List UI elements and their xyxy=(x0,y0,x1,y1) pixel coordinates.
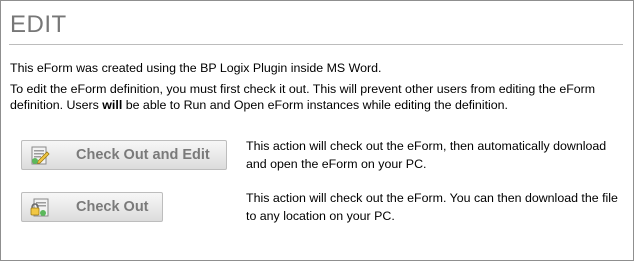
check-out-label: Check Out xyxy=(76,199,149,215)
instructions-text-bold: will xyxy=(102,98,123,112)
check-out-and-edit-description: This action will check out the eForm, th… xyxy=(246,139,607,171)
intro-text: This eForm was created using the BP Logi… xyxy=(10,61,382,75)
edit-panel: EDIT This eForm was created using the BP… xyxy=(0,0,634,261)
instructions-text: To edit the eForm definition, you must f… xyxy=(10,81,625,113)
document-edit-icon xyxy=(22,141,58,169)
instructions-text-end: be able to Run and Open eForm instances … xyxy=(122,98,508,112)
check-out-and-edit-button[interactable]: Check Out and Edit xyxy=(21,140,227,170)
check-out-button[interactable]: Check Out xyxy=(21,192,163,222)
check-out-description: This action will check out the eForm. Yo… xyxy=(246,191,618,223)
document-lock-icon xyxy=(22,193,58,221)
title-divider xyxy=(9,44,623,45)
check-out-and-edit-label: Check Out and Edit xyxy=(76,147,210,163)
page-title: EDIT xyxy=(10,11,67,38)
